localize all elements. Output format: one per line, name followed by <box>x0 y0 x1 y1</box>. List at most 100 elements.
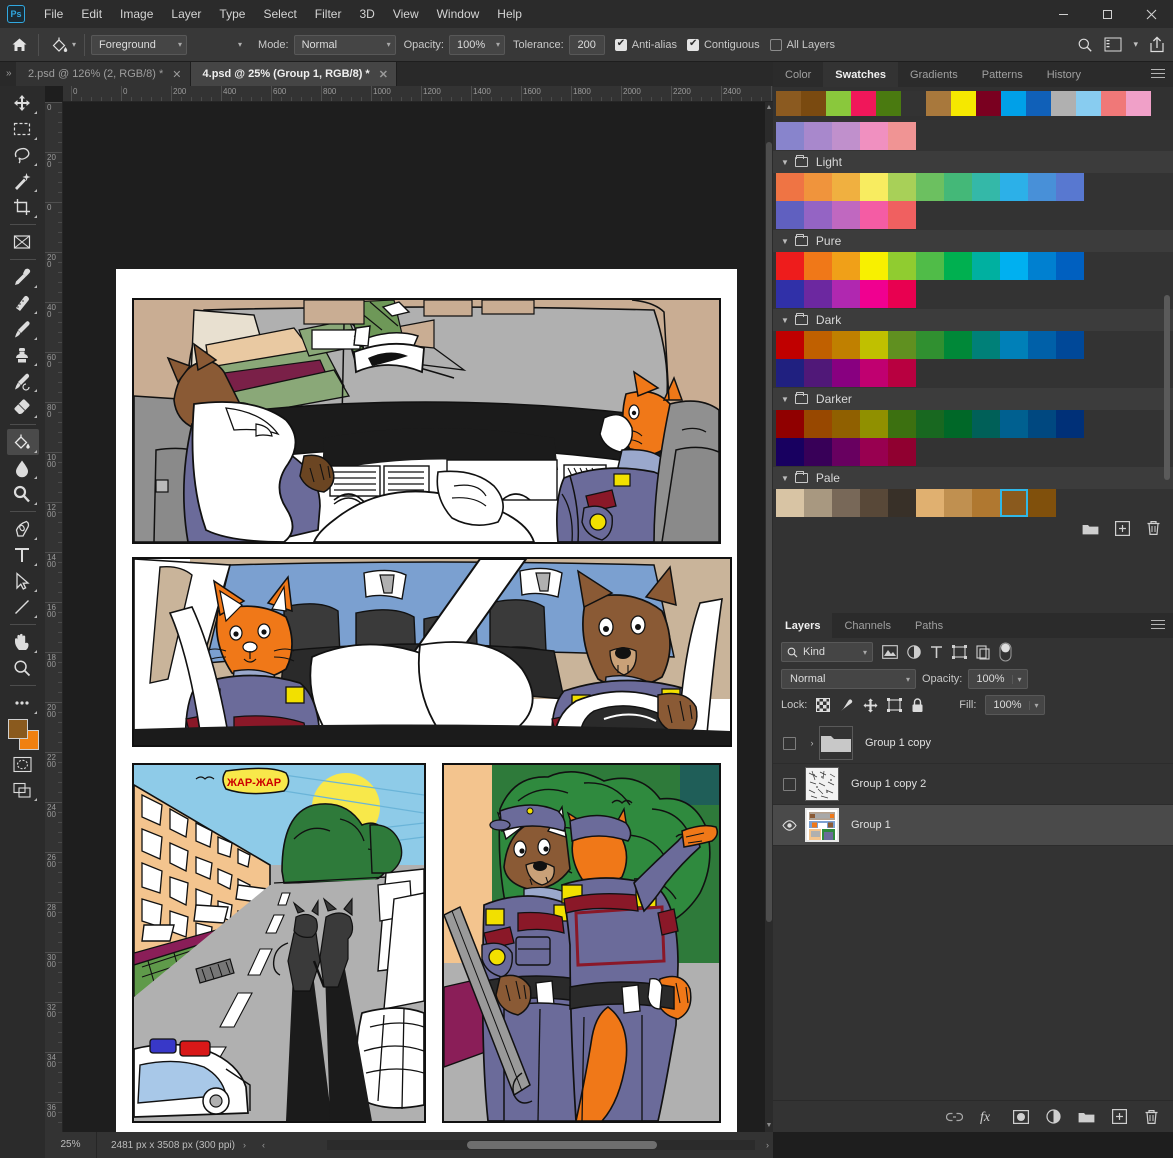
document-page[interactable]: ЖАР-ЖАР <box>116 269 737 1132</box>
layer-style-fx-icon[interactable]: fx <box>980 1109 996 1124</box>
panel-4-officers-standing[interactable] <box>442 763 721 1123</box>
pattern-chevron-icon[interactable]: ▾ <box>238 40 242 49</box>
menu-item-window[interactable]: Window <box>428 3 489 25</box>
move-tool[interactable] <box>7 90 39 116</box>
color-swatch[interactable] <box>888 359 916 387</box>
adjustment-layer-icon[interactable] <box>1046 1109 1061 1124</box>
color-swatch[interactable] <box>1056 252 1084 280</box>
zoom-level-field[interactable]: 25% <box>45 1132 97 1158</box>
new-group-icon[interactable] <box>1078 1110 1095 1123</box>
color-swatch[interactable] <box>832 410 860 438</box>
document-tab[interactable]: 2.psd @ 126% (2, RGB/8) * ✕ <box>16 62 191 86</box>
scroll-right-arrow-icon[interactable]: › <box>766 1140 769 1150</box>
color-swatch[interactable] <box>776 438 804 466</box>
screen-mode-button[interactable] <box>7 777 39 803</box>
filter-kind-select[interactable]: Kind ▾ <box>781 642 873 662</box>
chevron-down-icon[interactable]: ▼ <box>781 316 789 325</box>
recent-color-swatch[interactable] <box>851 91 876 116</box>
color-swatch[interactable] <box>1056 410 1084 438</box>
color-swatch[interactable] <box>916 331 944 359</box>
layer-blend-mode-select[interactable]: Normal ▾ <box>781 669 916 689</box>
swatch-group-light[interactable]: ▼ Light <box>773 151 1173 173</box>
brush-tool[interactable] <box>7 316 39 342</box>
tab-channels[interactable]: Channels <box>832 613 902 638</box>
color-swatch[interactable] <box>944 489 972 517</box>
color-swatch[interactable] <box>1028 489 1056 517</box>
color-swatch[interactable] <box>888 489 916 517</box>
color-swatch[interactable] <box>804 122 832 150</box>
layers-panel-menu-icon[interactable] <box>1151 620 1165 632</box>
type-filter-icon[interactable] <box>930 645 943 659</box>
recent-color-swatch[interactable] <box>1026 91 1051 116</box>
panel-1-car-interior[interactable] <box>132 298 721 544</box>
menu-item-3d[interactable]: 3D <box>350 3 383 25</box>
color-swatch[interactable] <box>804 410 832 438</box>
color-swatch[interactable] <box>888 122 916 150</box>
crop-tool[interactable] <box>7 194 39 220</box>
delete-swatch-icon[interactable] <box>1146 520 1161 536</box>
dodge-tool[interactable] <box>7 481 39 507</box>
color-swatch[interactable] <box>776 280 804 308</box>
color-swatch[interactable] <box>916 252 944 280</box>
color-swatch[interactable] <box>888 280 916 308</box>
tab-layers[interactable]: Layers <box>773 613 833 638</box>
layer-visibility-toggle[interactable] <box>773 777 805 791</box>
color-swatch[interactable] <box>944 173 972 201</box>
adjustment-filter-icon[interactable] <box>907 645 921 659</box>
color-swatch[interactable] <box>1056 331 1084 359</box>
new-layer-icon[interactable] <box>1112 1109 1127 1124</box>
scroll-down-arrow-icon[interactable]: ▼ <box>765 1120 773 1132</box>
color-swatch[interactable] <box>804 252 832 280</box>
paint-bucket-tool[interactable] <box>6 429 39 455</box>
color-swatch[interactable] <box>888 331 916 359</box>
minimize-button[interactable] <box>1041 0 1085 28</box>
menu-item-select[interactable]: Select <box>254 3 305 25</box>
scroll-left-arrow-icon[interactable]: ‹ <box>254 1140 273 1150</box>
color-swatch[interactable] <box>804 331 832 359</box>
swatches-panel-menu-icon[interactable] <box>1151 69 1165 81</box>
hand-tool[interactable] <box>7 629 39 655</box>
chevron-down-icon[interactable]: ▼ <box>781 474 789 483</box>
color-swatch[interactable] <box>832 122 860 150</box>
color-swatch[interactable] <box>860 201 888 229</box>
color-swatch[interactable] <box>888 252 916 280</box>
color-swatch[interactable] <box>972 252 1000 280</box>
active-tool-preset[interactable]: ▾ <box>45 32 78 58</box>
color-swatch[interactable] <box>972 331 1000 359</box>
color-swatch[interactable] <box>776 489 804 517</box>
tab-color[interactable]: Color <box>773 62 823 87</box>
layer-visibility-toggle[interactable] <box>773 819 805 831</box>
spot-healing-brush-tool[interactable] <box>7 290 39 316</box>
color-swatch[interactable] <box>888 410 916 438</box>
recent-color-swatch[interactable] <box>951 91 976 116</box>
filter-toggle-icon[interactable] <box>999 642 1012 662</box>
color-swatch[interactable] <box>972 410 1000 438</box>
scroll-up-arrow-icon[interactable]: ▲ <box>765 102 773 114</box>
canvas-vertical-scrollbar[interactable]: ▲ ▼ <box>765 102 773 1132</box>
color-swatch[interactable] <box>888 173 916 201</box>
foreground-color-swatch[interactable] <box>7 719 28 739</box>
chevron-down-icon[interactable]: ▾ <box>72 40 76 49</box>
chevron-down-icon[interactable]: ▼ <box>781 237 789 246</box>
scroll-thumb[interactable] <box>766 142 772 922</box>
color-swatch[interactable] <box>860 438 888 466</box>
color-swatch[interactable] <box>1028 173 1056 201</box>
color-swatch[interactable] <box>1000 489 1028 517</box>
tab-patterns[interactable]: Patterns <box>970 62 1035 87</box>
layer-mask-icon[interactable] <box>1013 1109 1029 1124</box>
scroll-thumb[interactable] <box>1164 295 1170 480</box>
rectangular-marquee-tool[interactable] <box>7 116 39 142</box>
color-swatch[interactable] <box>1000 410 1028 438</box>
color-swatch[interactable] <box>860 252 888 280</box>
menu-item-image[interactable]: Image <box>111 3 162 25</box>
color-swatch[interactable] <box>804 438 832 466</box>
path-selection-tool[interactable] <box>7 568 39 594</box>
color-swatch[interactable] <box>860 410 888 438</box>
workspace-icon[interactable] <box>1104 37 1122 52</box>
horizontal-ruler[interactable]: 0 0 200 400 600 800 1000 1200 1400 1600 1800 2000 22… <box>63 86 773 102</box>
recent-color-swatch[interactable] <box>1126 91 1151 116</box>
color-swatch[interactable] <box>1000 252 1028 280</box>
chevron-down-icon[interactable]: ▾ <box>1028 700 1044 710</box>
status-expand-arrow-icon[interactable]: › <box>235 1140 254 1150</box>
all-layers-checkbox[interactable]: All Layers <box>769 38 835 51</box>
